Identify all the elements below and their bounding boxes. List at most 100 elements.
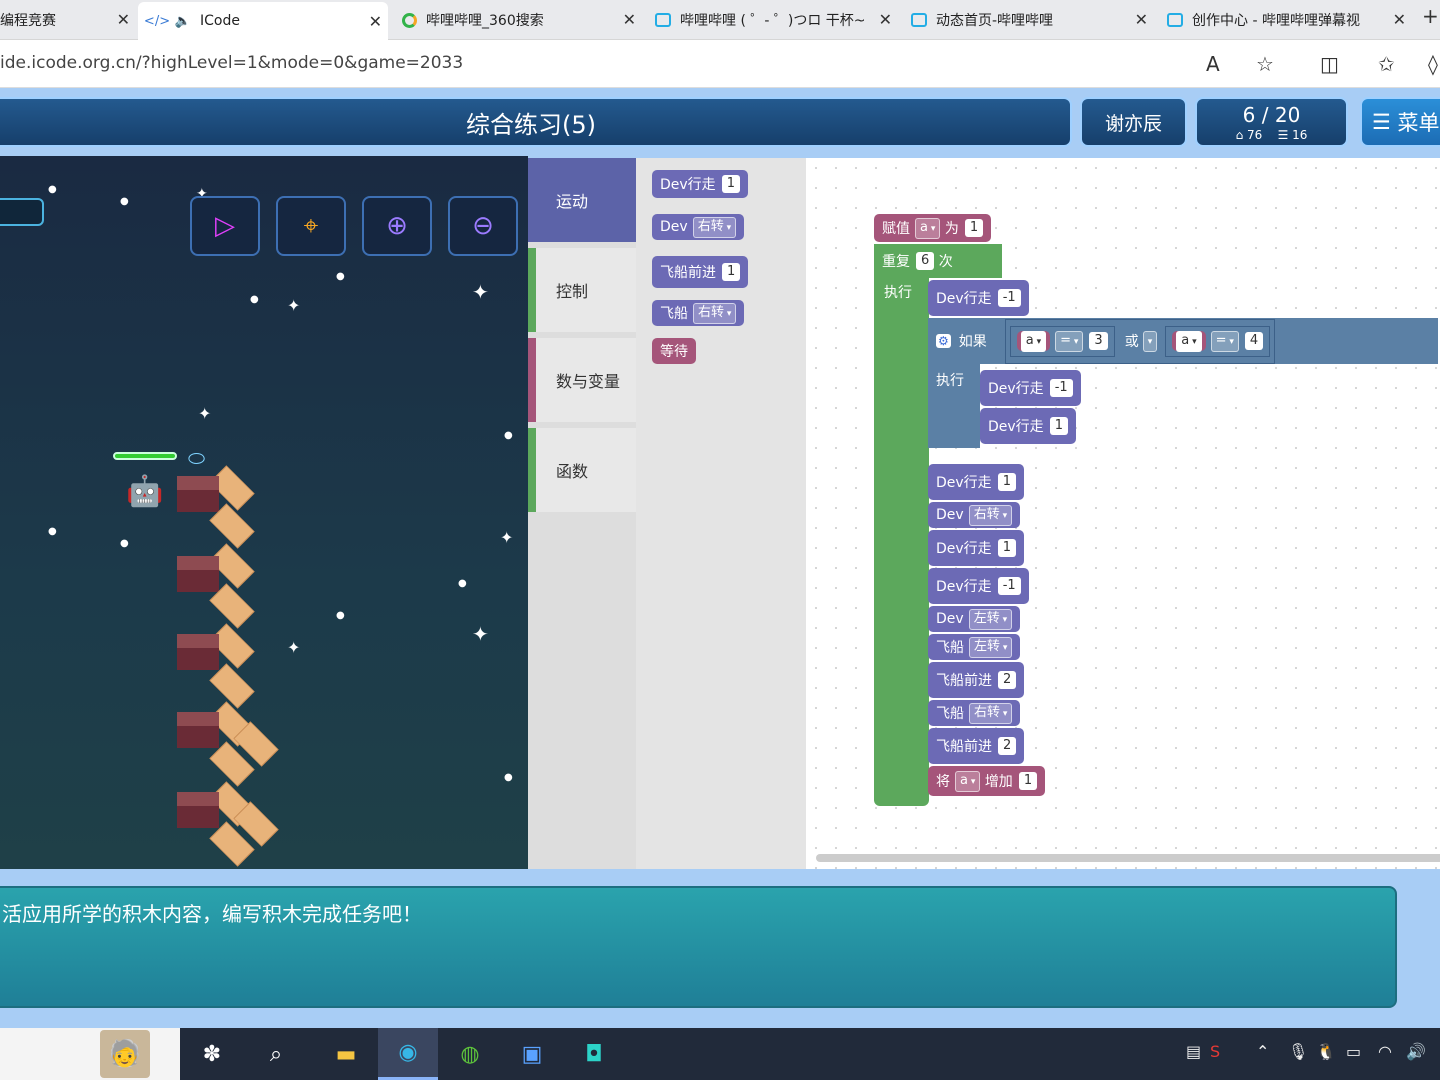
dev-robot-icon: 🤖: [126, 474, 164, 509]
icode-app: 综合练习(5) 谢亦辰 6 / 20 ⌂ 76 ☰ 16 ☰ 菜单 ● ● ✦ …: [0, 88, 1440, 1028]
favorite-star-icon[interactable]: ☆: [1256, 52, 1274, 76]
browser-tab-bar: 编程竞赛 ✕ </> 🔈 ICode ✕ 哔哩哔哩_360搜索 ✕ 哔哩哔哩 (…: [0, 0, 1440, 40]
close-icon[interactable]: ✕: [1393, 10, 1406, 29]
tab-title: 创作中心 - 哔哩哔哩弹幕视: [1192, 13, 1360, 29]
dev-walk-block[interactable]: Dev行走 1: [980, 408, 1076, 444]
block-flyout: Dev行走1 Dev右转 飞船前进1 飞船右转 等待: [636, 158, 806, 869]
zoom-out-button[interactable]: ⊖: [448, 196, 518, 256]
crate-block: [177, 712, 219, 748]
tab-title: 动态首页-哔哩哔哩: [936, 13, 1054, 29]
flyout-dev-turn-block[interactable]: Dev 右转: [652, 214, 745, 240]
tab-title: 编程竞赛: [0, 13, 56, 29]
qq-icon[interactable]: 🐧: [1316, 1042, 1336, 1061]
assign-variable-block[interactable]: 赋值a 为1: [874, 214, 992, 242]
dev-walk-block[interactable]: Dev行走 1: [928, 464, 1024, 500]
close-icon[interactable]: ✕: [623, 10, 636, 29]
level-progress[interactable]: 6 / 20 ⌂ 76 ☰ 16: [1195, 97, 1348, 147]
floor-tile: [209, 663, 255, 709]
close-icon[interactable]: ✕: [369, 12, 382, 31]
dev-walk-block[interactable]: Dev行走 -1: [980, 370, 1081, 406]
repeat-exec-label: 执行: [884, 285, 912, 301]
tab-icode[interactable]: </> 🔈 ICode ✕: [138, 2, 388, 40]
category-control[interactable]: 控制: [528, 248, 636, 332]
flyout-ship-forward-block[interactable]: 飞船前进 1: [652, 256, 749, 288]
game-input-box[interactable]: [0, 198, 44, 226]
wifi-icon[interactable]: ◠: [1378, 1042, 1392, 1061]
close-icon[interactable]: ✕: [117, 10, 130, 29]
chevron-up-icon[interactable]: ⌃: [1256, 1042, 1269, 1061]
edge-browser-icon[interactable]: ◉: [378, 1028, 438, 1080]
ship-forward-block[interactable]: 飞船前进 2: [928, 728, 1025, 764]
category-label: 函数: [556, 462, 589, 481]
volume-icon[interactable]: 🔊: [1406, 1042, 1426, 1061]
screen-recorder-icon[interactable]: ◘: [578, 1038, 610, 1070]
dev-walk-block[interactable]: Dev行走 1: [928, 530, 1024, 566]
window-app-icon[interactable]: ▣: [516, 1038, 548, 1070]
bilibili-icon: [654, 11, 672, 29]
map-grid-button[interactable]: ⌖: [276, 196, 346, 256]
start-pinwheel-icon[interactable]: ✽: [196, 1038, 228, 1070]
map-pin-icon: ⌖: [303, 210, 319, 241]
tab-bilibili-home[interactable]: 哔哩哔哩 ( ゜- ゜)つロ 干杯~ ✕: [644, 0, 898, 40]
play-speed-icon: ▷: [215, 211, 235, 241]
dev-walk-block[interactable]: Dev行走 -1: [928, 280, 1029, 316]
dev-turn-block[interactable]: Dev 右转: [928, 502, 1021, 528]
favorites-icon[interactable]: ✩: [1378, 52, 1395, 76]
code-length-value: 76: [1247, 127, 1263, 142]
user-name-button[interactable]: 谢亦辰: [1080, 97, 1187, 147]
url-input[interactable]: ide.icode.org.cn/?highLevel=1&mode=0&gam…: [0, 53, 463, 73]
crate-block: [177, 476, 219, 512]
speaker-icon[interactable]: 🔈: [174, 12, 192, 30]
category-variables[interactable]: 数与变量: [528, 338, 636, 422]
shield-icon[interactable]: ◊: [1428, 52, 1438, 76]
level-title: 综合练习(5): [0, 97, 1072, 147]
speed-x4-button[interactable]: ▷: [190, 196, 260, 256]
repeat-block[interactable]: 重复 6 次: [874, 244, 1002, 278]
if-block[interactable]: ⚙ 如果 a = 3 或 a = 4: [928, 318, 1438, 364]
crate-block: [177, 556, 219, 592]
ship-turn-block[interactable]: 飞船 左转: [928, 634, 1021, 660]
zoom-out-icon: ⊖: [472, 211, 494, 241]
or-dropdown[interactable]: [1142, 330, 1158, 352]
tab-bilibili-dynamic[interactable]: 动态首页-哔哩哔哩 ✕: [900, 0, 1154, 40]
dev-walk-block[interactable]: Dev行走 -1: [928, 568, 1029, 604]
code-length-icon: ⌂: [1235, 127, 1244, 142]
category-label: 数与变量: [556, 372, 621, 391]
gear-icon[interactable]: ⚙: [936, 334, 951, 348]
tab-contest[interactable]: 编程竞赛 ✕: [0, 0, 136, 40]
code-workspace[interactable]: 赋值a 为1 重复6 次 执行 Dev行走-1 ⚙ 如果 a = 3 或 a =…: [806, 158, 1440, 869]
tray-app-icon[interactable]: ▤: [1186, 1042, 1201, 1061]
progress-text: 6 / 20: [1242, 102, 1301, 127]
flyout-wait-block[interactable]: 等待: [652, 338, 696, 364]
menu-button[interactable]: ☰ 菜单: [1360, 97, 1440, 147]
or-condition[interactable]: a = 3 或 a = 4: [1004, 318, 1276, 364]
flyout-ship-turn-block[interactable]: 飞船 右转: [652, 300, 745, 326]
flyout-dev-walk-block[interactable]: Dev行走 1: [652, 170, 748, 198]
category-functions[interactable]: 函数: [528, 428, 636, 512]
change-variable-block[interactable]: 将a 增加1: [928, 766, 1046, 796]
new-tab-icon[interactable]: +: [1422, 4, 1440, 28]
zoom-in-icon: ⊕: [386, 211, 408, 241]
equals-condition-2[interactable]: a = 4: [1165, 325, 1271, 357]
search-icon[interactable]: ⌕: [260, 1038, 292, 1070]
ship-forward-block[interactable]: 飞船前进 2: [928, 662, 1025, 698]
battery-icon[interactable]: ▭: [1346, 1042, 1361, 1061]
close-icon[interactable]: ✕: [879, 10, 892, 29]
microphone-icon[interactable]: 🎙: [1288, 1042, 1308, 1061]
browser-360-icon[interactable]: ◍: [454, 1038, 486, 1070]
workspace-scrollbar[interactable]: [816, 854, 1440, 862]
equals-condition-1[interactable]: a = 3: [1009, 325, 1115, 357]
sogou-ime-icon[interactable]: S: [1210, 1042, 1220, 1061]
zoom-in-button[interactable]: ⊕: [362, 196, 432, 256]
file-explorer-icon[interactable]: ▬: [330, 1038, 362, 1070]
tab-bilibili-creator[interactable]: 创作中心 - 哔哩哔哩弹幕视 ✕: [1156, 0, 1412, 40]
menu-label: 菜单: [1397, 111, 1440, 135]
tab-360search[interactable]: 哔哩哔哩_360搜索 ✕: [390, 0, 642, 40]
category-motion[interactable]: 运动: [528, 158, 636, 242]
read-aloud-icon[interactable]: A: [1206, 52, 1220, 76]
close-icon[interactable]: ✕: [1135, 10, 1148, 29]
split-screen-icon[interactable]: ◫: [1320, 52, 1339, 76]
dev-turn-block[interactable]: Dev 左转: [928, 606, 1021, 632]
tab-title: 哔哩哔哩 ( ゜- ゜)つロ 干杯~: [680, 13, 866, 29]
ship-turn-block[interactable]: 飞船 右转: [928, 700, 1021, 726]
